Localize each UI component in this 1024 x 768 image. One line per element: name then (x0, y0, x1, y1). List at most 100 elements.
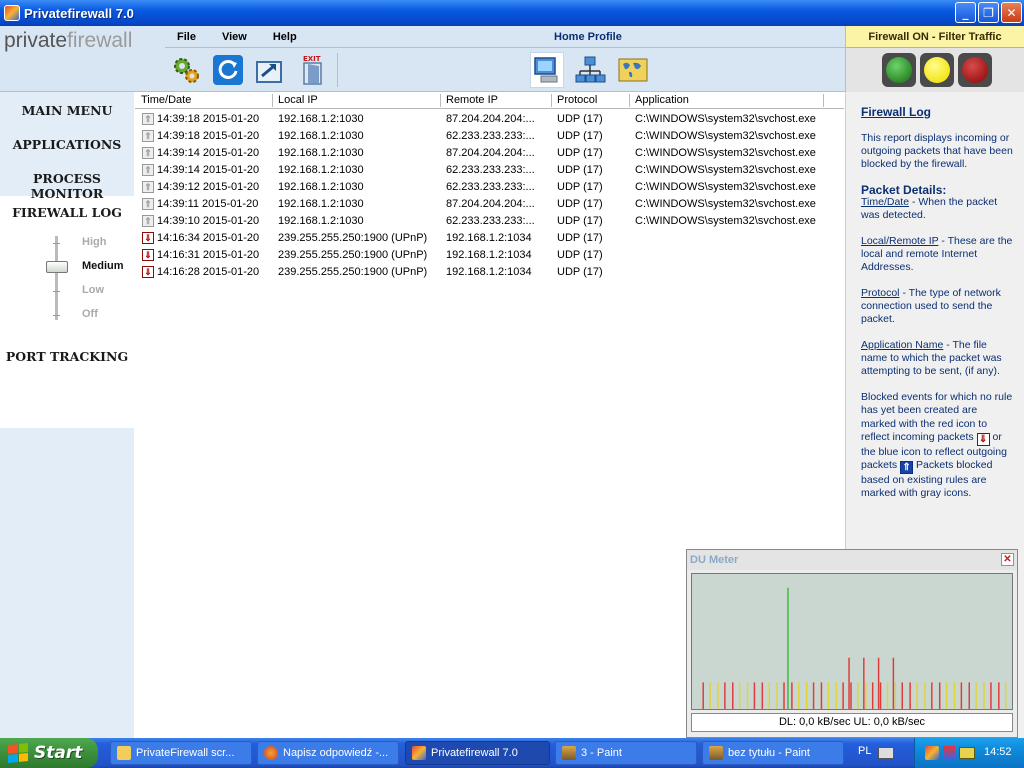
cell-remote-ip: 62.233.233.233:... (446, 181, 535, 193)
cell-time-date: 14:39:14 2015-01-20 (157, 164, 260, 176)
column-time-date[interactable]: Time/Date (141, 94, 191, 106)
cell-time-date: 14:39:18 2015-01-20 (157, 113, 260, 125)
local-computer-button[interactable] (530, 52, 564, 88)
task-label: Privatefirewall 7.0 (431, 747, 518, 759)
sidebar-item-applications[interactable]: APPLICATIONS (0, 137, 134, 152)
toolbar-separator (337, 53, 338, 87)
task-paint-3[interactable]: 3 - Paint (555, 741, 697, 765)
column-local-ip[interactable]: Local IP (278, 94, 318, 106)
menu-bar: File View Help Home Profile (165, 26, 845, 48)
table-row[interactable]: ⇑ 14:39:18 2015-01-20 192.168.1.2:1030 62.2… (135, 128, 844, 145)
yellow-light-button[interactable] (920, 53, 954, 87)
slider-tick (53, 291, 60, 292)
table-row[interactable]: ⇓ 14:16:34 2015-01-20 239.255.255.250:1900… (135, 230, 844, 247)
internet-button[interactable] (616, 52, 650, 88)
level-high[interactable]: High (82, 236, 106, 248)
column-protocol[interactable]: Protocol (557, 94, 597, 106)
help-title[interactable]: Firewall Log (861, 105, 931, 119)
cell-local-ip: 192.168.1.2:1030 (278, 181, 364, 193)
language-indicator[interactable]: PL (858, 745, 871, 757)
cell-time-date: 14:39:12 2015-01-20 (157, 181, 260, 193)
sidebar-item-process-monitor[interactable]: PROCESS MONITOR (0, 171, 134, 201)
table-row[interactable]: ⇓ 14:16:28 2015-01-20 239.255.255.250:1900… (135, 264, 844, 281)
column-application[interactable]: Application (635, 94, 689, 106)
green-light-button[interactable] (882, 53, 916, 87)
gears-icon (174, 58, 199, 83)
table-row[interactable]: ⇑ 14:39:18 2015-01-20 192.168.1.2:1030 87.2… (135, 111, 844, 128)
firewall-status-panel: Firewall ON - Filter Traffic (845, 26, 1024, 92)
sidebar-item-firewall-log[interactable]: FIREWALL LOG (0, 205, 134, 220)
cell-protocol: UDP (17) (557, 130, 603, 142)
folder-icon (117, 746, 131, 760)
firewall-log-section (0, 196, 134, 428)
minimize-button[interactable]: _ (955, 2, 976, 23)
menu-view[interactable]: View (222, 31, 247, 43)
help-intro: This report displays incoming or outgoin… (861, 132, 1013, 170)
refresh-button[interactable] (211, 52, 245, 88)
du-meter-tray-icon[interactable] (943, 746, 955, 760)
cell-time-date: 14:39:10 2015-01-20 (157, 215, 260, 227)
column-divider[interactable] (629, 94, 630, 107)
table-row[interactable]: ⇑ 14:39:14 2015-01-20 192.168.1.2:1030 62.2… (135, 162, 844, 179)
cell-remote-ip: 62.233.233.233:... (446, 164, 535, 176)
menu-help[interactable]: Help (273, 31, 297, 43)
export-button[interactable] (253, 52, 287, 88)
column-divider[interactable] (551, 94, 552, 107)
column-divider[interactable] (823, 94, 824, 107)
red-light-button[interactable] (958, 53, 992, 87)
firewall-tray-icon[interactable] (925, 746, 939, 760)
task-folder[interactable]: PrivateFirewall scr... (110, 741, 252, 765)
cell-remote-ip: 62.233.233.233:... (446, 130, 535, 142)
cell-local-ip: 192.168.1.2:1030 (278, 215, 364, 227)
network-tray-icon[interactable] (959, 747, 975, 759)
title-bar[interactable]: Privatefirewall 7.0 _ ❐ ✕ (0, 0, 1024, 26)
cell-application: C:\WINDOWS\system32\svchost.exe (635, 215, 816, 227)
table-row[interactable]: ⇓ 14:16:31 2015-01-20 239.255.255.250:1900… (135, 247, 844, 264)
export-icon (256, 61, 282, 83)
start-button[interactable]: Start (0, 738, 98, 768)
exit-door-icon: EXIT (303, 55, 322, 85)
sidebar-item-main-menu[interactable]: MAIN MENU (0, 103, 134, 118)
clock[interactable]: 14:52 (984, 746, 1012, 758)
cell-local-ip: 239.255.255.250:1900 (UPnP) (278, 249, 428, 261)
windows-flag-icon (8, 742, 28, 764)
menu-file[interactable]: File (177, 31, 196, 43)
du-meter-window[interactable]: DU Meter ✕ DL: 0,0 kB/sec UL: 0,0 kB/sec (686, 549, 1018, 738)
column-divider[interactable] (440, 94, 441, 107)
refresh-icon (213, 55, 243, 85)
network-button[interactable] (573, 52, 607, 88)
outgoing-blue-icon: ⇑ (900, 461, 914, 475)
task-firefox[interactable]: Napisz odpowiedź -... (257, 741, 399, 765)
task-label: bez tytułu - Paint (728, 747, 810, 759)
cell-remote-ip: 87.204.204.204:... (446, 198, 535, 210)
task-paint-untitled[interactable]: bez tytułu - Paint (702, 741, 844, 765)
level-off[interactable]: Off (82, 308, 98, 320)
sidebar-item-port-tracking[interactable]: PORT TRACKING (0, 349, 134, 364)
table-row[interactable]: ⇑ 14:39:12 2015-01-20 192.168.1.2:1030 62.2… (135, 179, 844, 196)
table-row[interactable]: ⇑ 14:39:10 2015-01-20 192.168.1.2:1030 62.2… (135, 213, 844, 230)
column-divider[interactable] (272, 94, 273, 107)
table-row[interactable]: ⇑ 14:39:14 2015-01-20 192.168.1.2:1030 87.2… (135, 145, 844, 162)
close-button[interactable]: ✕ (1001, 2, 1022, 23)
settings-gears-button[interactable] (169, 52, 203, 88)
cell-protocol: UDP (17) (557, 215, 603, 227)
task-privatefirewall[interactable]: Privatefirewall 7.0 (405, 741, 550, 765)
level-low[interactable]: Low (82, 284, 104, 296)
level-medium[interactable]: Medium (82, 260, 124, 272)
rule-blocked-gray-icon: ⇑ (142, 215, 154, 227)
column-remote-ip[interactable]: Remote IP (446, 94, 498, 106)
table-row[interactable]: ⇑ 14:39:11 2015-01-20 192.168.1.2:1030 87.2… (135, 196, 844, 213)
red-light-icon (962, 57, 988, 83)
maximize-button[interactable]: ❐ (978, 2, 999, 23)
logo-part-firewall: firewall (67, 29, 133, 52)
log-level-slider-thumb[interactable] (46, 261, 68, 273)
cell-local-ip: 192.168.1.2:1030 (278, 147, 364, 159)
keyboard-icon[interactable] (878, 747, 894, 759)
help-ip: Local/Remote IP - These are the local an… (861, 235, 1013, 274)
profile-label: Home Profile (554, 30, 622, 43)
cell-protocol: UDP (17) (557, 147, 603, 159)
du-meter-close-button[interactable]: ✕ (1001, 553, 1014, 566)
task-label: Napisz odpowiedź -... (283, 747, 389, 759)
log-level-slider-track[interactable] (55, 236, 58, 320)
exit-button[interactable]: EXIT (295, 52, 329, 88)
